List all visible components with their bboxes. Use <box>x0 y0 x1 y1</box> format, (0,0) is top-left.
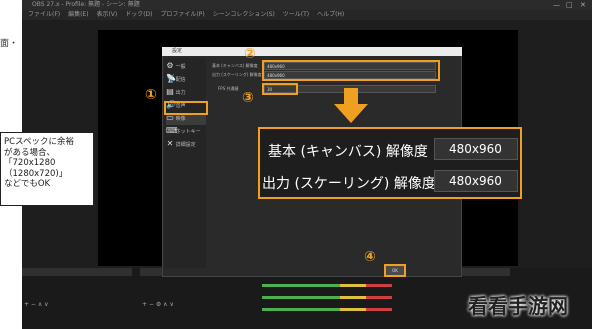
menu-profile[interactable]: プロファイル(P) <box>160 11 204 18</box>
tools-icon: ✕ <box>166 139 174 148</box>
menu-edit[interactable]: 編集(E) <box>68 11 88 18</box>
menu-help[interactable]: ヘルプ(H) <box>317 11 344 18</box>
zoom-canvas-field[interactable]: 480x960 <box>434 138 518 160</box>
canvas-resolution-label: 基本 (キャンバス) 解像度 <box>212 63 258 68</box>
gear-icon: ⚙ <box>166 61 174 70</box>
menu-tools[interactable]: ツール(T) <box>283 11 309 18</box>
audio-meter <box>262 308 392 311</box>
zoomed-resolution-panel: 基本 (キャンバス) 解像度 480x960 出力 (スケーリング) 解像度 4… <box>258 127 522 199</box>
sidebar-item-output[interactable]: ▤ 出力 <box>166 88 206 99</box>
resolution-highlight <box>262 60 440 81</box>
note-line: （1280x720)」 <box>4 168 68 179</box>
sidebar-item-stream[interactable]: 📡 配信 <box>166 75 206 86</box>
maximize-button[interactable]: □ <box>566 0 573 10</box>
scenes-dock-header <box>22 268 132 276</box>
callout-2: ② <box>244 46 256 62</box>
audio-meter <box>262 284 392 287</box>
callout-1: ① <box>145 87 157 103</box>
note-line: PCスペックに余裕 <box>4 137 74 147</box>
note-line: などでもOK <box>4 179 51 189</box>
menu-dock[interactable]: ドック(D) <box>125 11 152 18</box>
sidebar-item-video[interactable]: ▭ 映像 <box>166 114 206 125</box>
fps-label: FPS 共通値 <box>218 86 239 91</box>
sidebar-item-advanced[interactable]: ✕ 詳細設定 <box>166 140 206 151</box>
zoom-canvas-label: 基本 (キャンバス) 解像度 <box>268 144 428 160</box>
note-box: PCスペックに余裕 がある場合、 「720x1280 （1280x720)」 な… <box>0 132 94 206</box>
menu-scene-collection[interactable]: シーンコレクション(S) <box>213 11 275 18</box>
note-line: 「720x1280 <box>4 158 56 168</box>
left-edge-text: 面・ <box>0 39 19 49</box>
minimize-button[interactable]: — <box>553 0 560 10</box>
output-icon: ▤ <box>166 87 174 96</box>
settings-dialog-title: 設定 <box>162 47 462 56</box>
window-title: OBS 27.x - Profile: 無題 - シーン: 無題 <box>32 1 140 8</box>
menu-bar: ファイル(F) 編集(E) 表示(V) ドック(D) プロファイル(P) シーン… <box>22 10 592 20</box>
sidebar-item-hotkeys[interactable]: ⌨ ホットキー <box>166 127 206 138</box>
settings-sidebar: ⚙ 一般 📡 配信 ▤ 出力 🔊 音声 ▭ 映像 ⌨ ホットキー ✕ 詳細設定 <box>164 58 206 268</box>
scene-add-remove-icons[interactable]: + − ∧ ∨ <box>24 302 64 308</box>
video-highlight <box>164 101 208 115</box>
note-line: がある場合、 <box>4 147 56 158</box>
down-arrow-icon <box>334 88 368 123</box>
fps-highlight <box>262 83 298 95</box>
audio-meter <box>262 296 392 299</box>
menu-view[interactable]: 表示(V) <box>96 11 117 18</box>
antenna-icon: 📡 <box>166 74 176 83</box>
sidebar-item-general[interactable]: ⚙ 一般 <box>166 62 206 73</box>
menu-file[interactable]: ファイル(F) <box>28 11 60 18</box>
source-add-remove-icons[interactable]: + − ⚙ ∧ ∨ <box>142 302 182 308</box>
zoom-output-field[interactable]: 480x960 <box>434 170 518 192</box>
output-resolution-label: 出力 (スケーリング) 解像度 <box>212 72 262 77</box>
close-button[interactable]: ✕ <box>580 0 586 10</box>
watermark: 看看手游网 <box>468 294 568 318</box>
callout-3: ③ <box>242 90 254 106</box>
callout-4: ④ <box>364 249 376 265</box>
zoom-output-label: 出力 (スケーリング) 解像度 <box>262 176 436 192</box>
monitor-icon: ▭ <box>166 113 174 122</box>
window-titlebar: OBS 27.x - Profile: 無題 - シーン: 無題 <box>22 0 592 10</box>
ok-highlight <box>384 264 406 277</box>
keyboard-icon: ⌨ <box>166 126 178 135</box>
